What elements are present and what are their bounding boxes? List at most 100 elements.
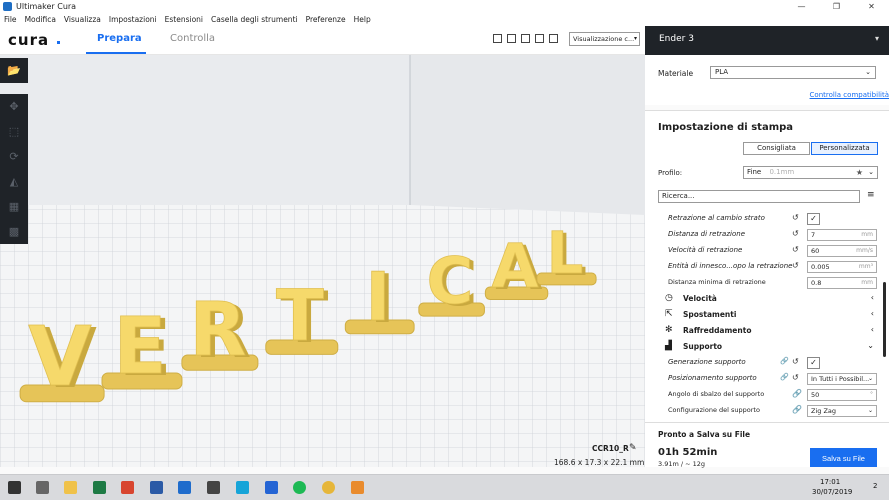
setting-label: Entità di innesco...opo la retrazione: [668, 262, 793, 270]
settings-search-input[interactable]: Ricerca...: [658, 190, 860, 203]
field-unit: mm³: [858, 263, 873, 270]
hamburger-menu-icon[interactable]: ≡: [867, 190, 875, 200]
setting-field[interactable]: 50 °: [807, 389, 877, 401]
category-label: Raffreddamento: [683, 326, 752, 335]
save-to-file-button[interactable]: Salva su File: [810, 448, 877, 467]
chevron-down-icon: ⌄: [867, 341, 874, 350]
setting-combo[interactable]: Zig Zag ⌄: [807, 405, 877, 417]
edge-icon[interactable]: [178, 481, 191, 494]
field-unit: mm: [861, 231, 873, 238]
view-front-icon[interactable]: [507, 34, 516, 43]
menu-visualizza[interactable]: Visualizza: [64, 15, 101, 24]
menu-impostazioni[interactable]: Impostazioni: [109, 15, 157, 24]
setting-checkbox[interactable]: ✓: [807, 213, 820, 225]
setting-combo[interactable]: In Tutti i Possibil... ⌄: [807, 373, 877, 385]
cura-taskbar-icon[interactable]: [236, 481, 249, 494]
acrobat-icon[interactable]: [121, 481, 134, 494]
reset-icon[interactable]: ↺: [792, 357, 799, 366]
profile-value: Fine: [747, 168, 762, 176]
reset-icon[interactable]: ↺: [792, 213, 799, 222]
view-right-icon[interactable]: [549, 34, 558, 43]
tab-controlla[interactable]: Controlla: [170, 33, 215, 44]
field-unit: mm: [861, 279, 873, 286]
menu-preferenze[interactable]: Preferenze: [306, 15, 346, 24]
reset-icon[interactable]: ↺: [792, 261, 799, 270]
category-raffreddamento[interactable]: ✻ Raffreddamento ‹: [645, 323, 883, 339]
menu-help[interactable]: Help: [354, 15, 371, 24]
rotate-tool[interactable]: ⟳: [0, 144, 28, 169]
setting-label: Retrazione al cambio strato: [668, 214, 765, 222]
build-plate-viewport[interactable]: VVEERRTTIICCAALL: [0, 55, 645, 467]
letter-v: V: [28, 310, 91, 405]
start-icon[interactable]: [8, 481, 21, 494]
left-toolbar: 📂 ✥ ⬚ ⟳ ◭ ▦ ▩: [0, 58, 28, 262]
category-supporto[interactable]: ▟ Supporto ⌄: [645, 339, 883, 355]
view-left-icon[interactable]: [535, 34, 544, 43]
notification-count[interactable]: 2: [873, 482, 877, 490]
material-panel: Materiale PLA ⌄ Controlla compatibilità: [645, 55, 889, 105]
link-icon: 🔗: [792, 405, 802, 414]
support-icon: ▟: [665, 341, 672, 351]
material-select[interactable]: PLA ⌄: [710, 66, 876, 79]
dropbox-icon[interactable]: [265, 481, 278, 494]
clock-date: 30/07/2019: [812, 488, 853, 496]
chrome-icon[interactable]: [322, 481, 335, 494]
tab-prepara[interactable]: Prepara: [97, 33, 142, 44]
move-tool[interactable]: ✥: [0, 94, 28, 119]
menu-file[interactable]: File: [4, 15, 17, 24]
build-plate-scene: VV EE RR TT II CC AA LL: [0, 55, 645, 467]
spotify-icon[interactable]: [293, 481, 306, 494]
folder-icon: 📂: [7, 64, 21, 77]
briefcase-icon[interactable]: [207, 481, 220, 494]
category-velocita[interactable]: ◷ Velocità ‹: [645, 291, 883, 307]
mode-recommended-button[interactable]: Consigliata: [743, 142, 810, 155]
mode-custom-button[interactable]: Personalizzata: [811, 142, 878, 155]
setting-field[interactable]: 0.005 mm³: [807, 261, 877, 273]
reset-icon[interactable]: ↺: [792, 229, 799, 238]
profile-select[interactable]: Fine 0.1mm ★ ⌄: [743, 166, 878, 179]
excel-icon[interactable]: [93, 481, 106, 494]
material-label: Materiale: [658, 69, 694, 78]
app-f-icon[interactable]: [351, 481, 364, 494]
edit-pencil-icon[interactable]: ✎: [629, 443, 637, 453]
per-model-settings-tool[interactable]: ▦: [0, 194, 28, 219]
setting-field[interactable]: 7 mm: [807, 229, 877, 241]
menu-modifica[interactable]: Modifica: [25, 15, 56, 24]
compatibility-link[interactable]: Controlla compatibilità: [810, 91, 889, 99]
cura-logo: cura: [8, 31, 50, 49]
menu-casella[interactable]: Casella degli strumenti: [211, 15, 298, 24]
material-value: PLA: [715, 68, 729, 76]
field-value: 50: [811, 391, 820, 399]
word-icon[interactable]: [150, 481, 163, 494]
setting-field[interactable]: 0.8 mm: [807, 277, 877, 289]
setting-label: Configurazione del supporto: [668, 406, 760, 414]
scale-tool[interactable]: ⬚: [0, 119, 28, 144]
close-button[interactable]: ✕: [854, 0, 889, 13]
menu-estensioni[interactable]: Estensioni: [165, 15, 203, 24]
clock-time: 17:01: [820, 478, 841, 486]
support-blocker-tool[interactable]: ▩: [0, 219, 28, 244]
reset-icon[interactable]: ↺: [792, 373, 799, 382]
star-icon[interactable]: ★: [856, 167, 863, 178]
letter-a: A: [491, 232, 538, 302]
setting-field[interactable]: 60 mm/s: [807, 245, 877, 257]
view-3d-icon[interactable]: [493, 34, 502, 43]
view-type-select[interactable]: Visualizzazione c... ▾: [569, 32, 640, 46]
back-wall: [0, 55, 410, 205]
maximize-button[interactable]: ❐: [819, 0, 854, 13]
setting-checkbox[interactable]: ✓: [807, 357, 820, 369]
view-top-icon[interactable]: [521, 34, 530, 43]
setting-label: Velocità di retrazione: [668, 246, 743, 254]
task-view-icon[interactable]: [36, 481, 49, 494]
minimize-button[interactable]: —: [784, 0, 819, 13]
mirror-tool[interactable]: ◭: [0, 169, 28, 194]
category-spostamenti[interactable]: ⇱ Spostamenti ‹: [645, 307, 883, 323]
setting-row: Posizionamento supporto 🔗 ↺ In Tutti i P…: [645, 371, 883, 387]
printer-selector[interactable]: Ender 3 ▾: [645, 26, 889, 55]
reset-icon[interactable]: ↺: [792, 245, 799, 254]
open-file-button[interactable]: 📂: [0, 58, 28, 83]
material-estimate: 3.91m / ~ 12g: [658, 460, 706, 468]
cura-app-icon: [3, 2, 12, 11]
file-explorer-icon[interactable]: [64, 481, 77, 494]
settings-scrollbar[interactable]: [883, 282, 886, 357]
